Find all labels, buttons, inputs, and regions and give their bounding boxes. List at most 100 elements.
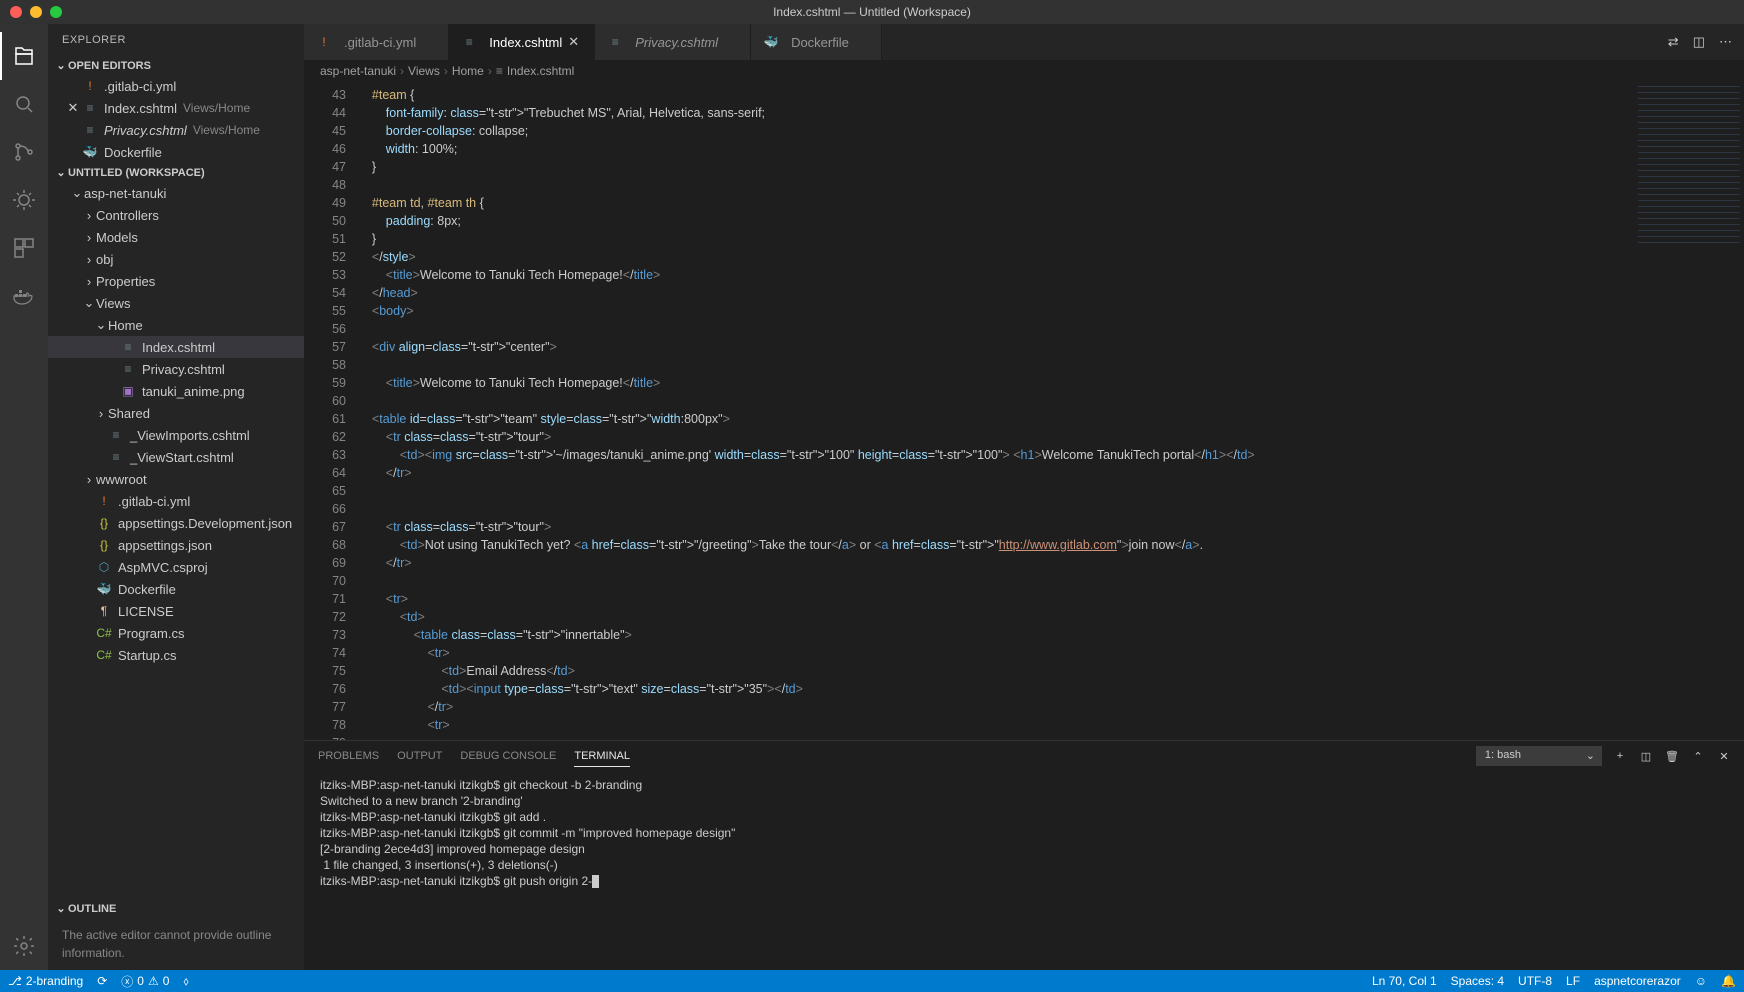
breadcrumb[interactable]: asp-net-tanuki›Views›Home›≡ Index.cshtml [304, 60, 1744, 82]
maximize-panel-icon[interactable]: ⌃ [1690, 750, 1706, 763]
minimize-window-icon[interactable] [30, 6, 42, 18]
status-problems[interactable]: ⓧ 0 ⚠ 0 [121, 973, 169, 990]
chevron-icon: › [82, 208, 96, 223]
tree-item-label: Models [96, 230, 138, 245]
tree-item-label: asp-net-tanuki [84, 186, 166, 201]
editor-area: !.gitlab-ci.yml≡Index.cshtml✕≡Privacy.cs… [304, 24, 1744, 970]
outline-header[interactable]: ⌄ OUTLINE [48, 899, 304, 918]
more-actions-icon[interactable]: ⋯ [1719, 34, 1732, 50]
new-terminal-icon[interactable]: + [1612, 750, 1628, 762]
open-editor-item[interactable]: ✕≡Index.cshtmlViews/Home [48, 97, 304, 119]
status-encoding[interactable]: UTF-8 [1518, 974, 1552, 988]
docker-icon[interactable] [0, 272, 48, 320]
close-icon[interactable]: ✕ [568, 34, 582, 50]
close-icon[interactable]: ✕ [64, 100, 82, 116]
file-icon: ⬡ [96, 559, 112, 575]
panel-tab-debug-console[interactable]: DEBUG CONSOLE [460, 746, 556, 766]
maximize-window-icon[interactable] [50, 6, 62, 18]
tree-folder[interactable]: ›Properties [48, 270, 304, 292]
tree-folder[interactable]: ›obj [48, 248, 304, 270]
tree-file[interactable]: C#Startup.cs [48, 644, 304, 666]
explorer-icon[interactable] [0, 32, 48, 80]
tree-file[interactable]: ¶LICENSE [48, 600, 304, 622]
tab-label: Index.cshtml [489, 35, 562, 50]
status-eol[interactable]: LF [1566, 974, 1580, 988]
breadcrumb-item[interactable]: Home [452, 64, 484, 78]
status-language[interactable]: aspnetcorerazor [1594, 974, 1681, 988]
split-editor-icon[interactable]: ◫ [1693, 34, 1705, 50]
search-icon[interactable] [0, 80, 48, 128]
tree-folder[interactable]: ⌄Views [48, 292, 304, 314]
tree-item-label: wwwroot [96, 472, 147, 487]
tree-folder[interactable]: ›Models [48, 226, 304, 248]
editor-tab[interactable]: !.gitlab-ci.yml [304, 24, 449, 60]
chevron-icon: › [82, 252, 96, 267]
file-icon: 🐳 [96, 581, 112, 597]
status-bar: ⎇ 2-branding ⟳ ⓧ 0 ⚠ 0 ⬨ Ln 70, Col 1 Sp… [0, 970, 1744, 992]
editor-tab[interactable]: ≡Index.cshtml✕ [449, 24, 595, 60]
tree-folder[interactable]: ⌄Home [48, 314, 304, 336]
terminal[interactable]: itziks-MBP:asp-net-tanuki itzikgb$ git c… [304, 771, 1744, 970]
panel-tab-terminal[interactable]: TERMINAL [574, 746, 630, 767]
tree-file[interactable]: ≡Privacy.cshtml [48, 358, 304, 380]
breadcrumb-item[interactable]: Index.cshtml [507, 64, 574, 78]
open-editor-item[interactable]: ≡Privacy.cshtmlViews/Home [48, 119, 304, 141]
split-terminal-icon[interactable]: ◫ [1638, 750, 1654, 763]
tree-file[interactable]: ⬡AspMVC.csproj [48, 556, 304, 578]
tree-file[interactable]: {}appsettings.Development.json [48, 512, 304, 534]
status-feedback-icon[interactable]: ☺ [1695, 974, 1707, 988]
settings-gear-icon[interactable] [0, 922, 48, 970]
open-editors-header[interactable]: ⌄ OPEN EDITORS [48, 56, 304, 75]
close-window-icon[interactable] [10, 6, 22, 18]
terminal-selector[interactable]: 1: bash [1476, 746, 1602, 766]
explorer-sidebar: EXPLORER ⌄ OPEN EDITORS !.gitlab-ci.yml✕… [48, 24, 304, 970]
breadcrumb-item[interactable]: asp-net-tanuki [320, 64, 396, 78]
tree-file[interactable]: ≡Index.cshtml [48, 336, 304, 358]
open-editor-item[interactable]: !.gitlab-ci.yml [48, 75, 304, 97]
file-path: Views/Home [193, 123, 260, 137]
open-editor-item[interactable]: 🐳Dockerfile [48, 141, 304, 163]
extensions-icon[interactable] [0, 224, 48, 272]
breadcrumb-item[interactable]: Views [408, 64, 440, 78]
tab-label: Dockerfile [791, 35, 849, 50]
tree-item-label: Views [96, 296, 130, 311]
tree-folder[interactable]: ›Shared [48, 402, 304, 424]
source-control-icon[interactable] [0, 128, 48, 176]
status-cursor-position[interactable]: Ln 70, Col 1 [1372, 974, 1437, 988]
chevron-icon: ⌄ [94, 317, 108, 333]
panel-tab-output[interactable]: OUTPUT [397, 746, 442, 766]
file-name: Privacy.cshtml [104, 123, 187, 138]
status-notifications-icon[interactable]: 🔔 [1721, 974, 1736, 988]
tree-file[interactable]: ▣tanuki_anime.png [48, 380, 304, 402]
status-indentation[interactable]: Spaces: 4 [1451, 974, 1504, 988]
tree-file[interactable]: 🐳Dockerfile [48, 578, 304, 600]
file-icon: 🐳 [82, 144, 98, 160]
status-live-share-icon[interactable]: ⬨ [183, 974, 188, 989]
editor-tab[interactable]: 🐳Dockerfile [751, 24, 882, 60]
compare-changes-icon[interactable]: ⇄ [1668, 34, 1679, 50]
panel-tab-problems[interactable]: PROBLEMS [318, 746, 379, 766]
tree-file[interactable]: {}appsettings.json [48, 534, 304, 556]
file-icon: ≡ [108, 449, 124, 465]
file-icon: ¶ [96, 603, 112, 619]
status-sync[interactable]: ⟳ [97, 974, 107, 988]
tree-file[interactable]: !.gitlab-ci.yml [48, 490, 304, 512]
code-editor[interactable]: #team { font-family: class="t-str">"Treb… [358, 82, 1634, 740]
tree-folder[interactable]: ⌄asp-net-tanuki [48, 182, 304, 204]
tree-file[interactable]: ≡_ViewStart.cshtml [48, 446, 304, 468]
tree-file[interactable]: ≡_ViewImports.cshtml [48, 424, 304, 446]
editor-tab[interactable]: ≡Privacy.cshtml [595, 24, 751, 60]
debug-icon[interactable] [0, 176, 48, 224]
chevron-icon: › [82, 472, 96, 487]
file-path: Views/Home [183, 101, 250, 115]
workspace-header[interactable]: ⌄ UNTITLED (WORKSPACE) [48, 163, 304, 182]
tree-item-label: Program.cs [118, 626, 184, 641]
close-panel-icon[interactable]: ✕ [1716, 750, 1732, 763]
minimap[interactable] [1634, 82, 1744, 740]
status-branch[interactable]: ⎇ 2-branding [8, 974, 83, 988]
tree-file[interactable]: C#Program.cs [48, 622, 304, 644]
kill-terminal-icon[interactable]: 🗑 [1664, 750, 1680, 763]
tree-folder[interactable]: ›wwwroot [48, 468, 304, 490]
tree-folder[interactable]: ›Controllers [48, 204, 304, 226]
file-icon: C# [96, 647, 112, 663]
